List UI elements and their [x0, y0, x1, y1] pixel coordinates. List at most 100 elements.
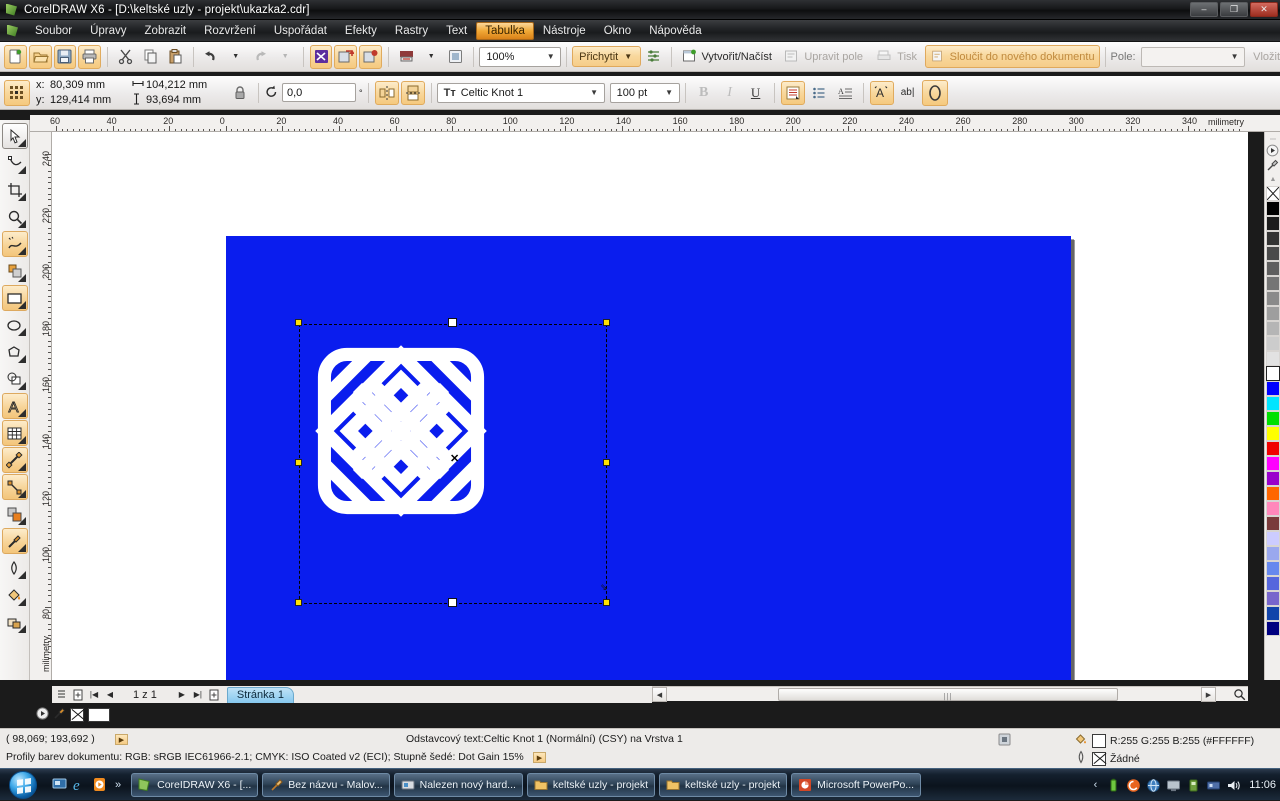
first-page-button[interactable]: |◀: [87, 688, 101, 702]
freehand-tool[interactable]: [1, 231, 28, 257]
volume-icon[interactable]: [1226, 778, 1241, 793]
close-button[interactable]: ✕: [1250, 2, 1278, 17]
palette-swatch[interactable]: [1266, 531, 1280, 546]
color-palette[interactable]: ⋯ ▲: [1264, 132, 1280, 680]
palette-swatch[interactable]: [1266, 381, 1280, 396]
flyout-arrow-icon[interactable]: [17, 274, 26, 282]
font-name-combo[interactable]: Tт Celtic Knot 1 ▼: [436, 82, 605, 103]
menu-rastry[interactable]: Rastry: [386, 22, 437, 40]
flyout-arrow-icon[interactable]: [17, 544, 26, 552]
no-fill-swatch[interactable]: [70, 708, 84, 722]
drawing-canvas[interactable]: ✕ ⇘: [52, 132, 1248, 680]
create-load-label[interactable]: Vytvořit/Načíst: [701, 51, 772, 63]
flyout-arrow-icon[interactable]: [17, 598, 26, 606]
palette-swatch[interactable]: [1266, 546, 1280, 561]
palette-swatch[interactable]: [1266, 471, 1280, 486]
vertical-ruler[interactable]: 240 220 200 180 160 140 120 100 80 milimetry: [30, 132, 52, 680]
add-page-before-button[interactable]: [71, 688, 85, 702]
status-expand-coords-button[interactable]: ▶: [115, 734, 128, 745]
flyout-arrow-icon[interactable]: [17, 247, 26, 255]
font-size-combo[interactable]: 100 pt ▼: [609, 82, 680, 103]
internet-explorer-icon[interactable]: e: [71, 776, 88, 794]
taskbar-item-hardware[interactable]: Nalezen nový hard...: [393, 772, 523, 797]
battery-icon[interactable]: [1106, 778, 1121, 793]
basic-shapes-tool[interactable]: [2, 366, 28, 392]
menu-napoveda[interactable]: Nápověda: [640, 22, 710, 40]
selection-handle-bottom-left[interactable]: [295, 599, 302, 606]
palette-swatch[interactable]: [1266, 486, 1280, 501]
palette-swatch[interactable]: [1266, 306, 1280, 321]
lock-ratio-button[interactable]: [228, 81, 252, 105]
horizontal-scrollbar[interactable]: ◀ ||| ▶: [652, 686, 1248, 702]
y-value[interactable]: 129,414 mm: [50, 94, 126, 106]
save-document-button[interactable]: [53, 44, 77, 69]
options-button[interactable]: [642, 45, 665, 69]
undo-dropdown[interactable]: ▼: [224, 45, 247, 69]
quick-launch-overflow[interactable]: »: [115, 779, 121, 791]
blend-tool[interactable]: [2, 501, 28, 527]
redo-button[interactable]: [249, 45, 272, 69]
palette-swatch[interactable]: [1266, 231, 1280, 246]
cut-button[interactable]: [114, 45, 137, 69]
show-desktop-icon[interactable]: [51, 776, 68, 793]
shape-tool[interactable]: [2, 150, 28, 176]
menu-text[interactable]: Text: [437, 22, 476, 40]
smart-fill-tool[interactable]: [2, 258, 28, 284]
application-launcher-button[interactable]: [445, 45, 468, 69]
media-player-icon[interactable]: [91, 776, 108, 793]
menu-soubor[interactable]: Soubor: [26, 22, 81, 40]
status-expand-profiles-button[interactable]: ▶: [533, 752, 546, 763]
color-eyedropper-tool[interactable]: [1, 528, 28, 554]
rotation-input[interactable]: 0,0: [282, 83, 356, 102]
palette-swatch[interactable]: [1266, 201, 1280, 216]
taskbar-item-paint[interactable]: Bez názvu - Malov...: [262, 772, 390, 797]
zoom-level-combo[interactable]: 100% ▼: [479, 46, 562, 67]
publish-pdf-button[interactable]: [395, 45, 418, 69]
taskbar-item-folder-2[interactable]: keltské uzly - projekt: [659, 772, 788, 797]
palette-eyedropper-icon[interactable]: [1266, 159, 1280, 173]
snap-button[interactable]: Přichytit ▼: [572, 46, 641, 67]
width-value[interactable]: 104,212 mm: [146, 79, 222, 91]
flyout-arrow-icon[interactable]: [17, 436, 26, 444]
table-tool[interactable]: [1, 420, 28, 446]
menu-rozvrzeni[interactable]: Rozvržení: [195, 22, 265, 40]
object-origin-selector[interactable]: [4, 79, 30, 106]
flyout-arrow-icon[interactable]: [17, 301, 26, 309]
taskbar-item-folder-1[interactable]: keltské uzly - projekt: [526, 772, 656, 797]
pick-tool[interactable]: [1, 123, 28, 149]
application-menu-icon[interactable]: [4, 23, 22, 39]
height-value[interactable]: 93,694 mm: [146, 94, 222, 106]
flyout-arrow-icon[interactable]: [17, 517, 26, 525]
flyout-arrow-icon[interactable]: [17, 571, 26, 579]
chevron-down-icon[interactable]: ▼: [624, 52, 632, 61]
outline-none-swatch[interactable]: [1092, 751, 1106, 766]
palette-swatch[interactable]: [1266, 606, 1280, 621]
page-tab-1[interactable]: Stránka 1: [226, 686, 294, 703]
underline-button[interactable]: U: [744, 81, 768, 105]
flyout-arrow-icon[interactable]: [17, 193, 26, 201]
palette-swatch[interactable]: [1266, 516, 1280, 531]
menu-okno[interactable]: Okno: [595, 22, 641, 40]
last-page-button[interactable]: ▶|: [191, 688, 205, 702]
previous-page-button[interactable]: ◀: [103, 688, 117, 702]
flyout-arrow-icon[interactable]: [17, 409, 26, 417]
palette-swatch[interactable]: [1266, 501, 1280, 516]
current-fill-swatch[interactable]: [88, 708, 110, 722]
network-icon[interactable]: [1206, 778, 1221, 793]
mirror-vertical-button[interactable]: [400, 80, 425, 105]
chevron-down-icon[interactable]: ▼: [662, 84, 677, 102]
menu-efekty[interactable]: Efekty: [336, 22, 386, 40]
import-button[interactable]: [309, 44, 333, 69]
antivirus-icon[interactable]: [1126, 778, 1141, 793]
palette-swatch[interactable]: [1266, 291, 1280, 306]
fill-tool[interactable]: [2, 582, 28, 608]
palette-swatch[interactable]: [1266, 366, 1280, 381]
create-load-icon-button[interactable]: [678, 45, 701, 69]
bullet-list-button[interactable]: [807, 81, 831, 105]
palette-scroll-up-small[interactable]: ▲: [1266, 174, 1280, 184]
new-document-button[interactable]: [4, 44, 27, 69]
chevron-down-icon[interactable]: ▼: [587, 84, 602, 102]
eyedropper-icon[interactable]: [53, 707, 66, 723]
selection-handle-top-left[interactable]: [295, 319, 302, 326]
menu-tabulka[interactable]: Tabulka: [476, 21, 534, 40]
